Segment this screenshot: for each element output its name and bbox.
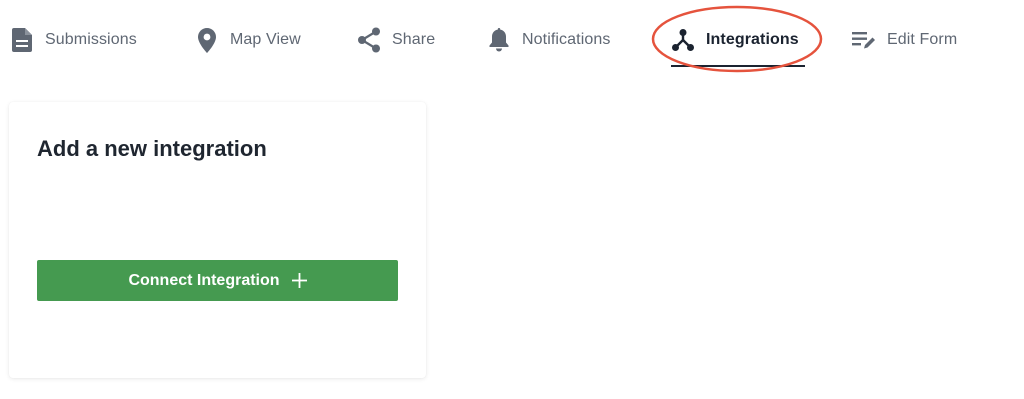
tab-bar: Submissions Map View Share Notifications… xyxy=(0,0,1024,76)
edit-list-icon xyxy=(851,27,877,53)
integrations-icon xyxy=(670,27,696,53)
tab-edit-form[interactable]: Edit Form xyxy=(851,22,957,58)
tab-share[interactable]: Share xyxy=(356,22,435,58)
active-tab-indicator xyxy=(671,65,805,67)
tab-submissions-label: Submissions xyxy=(45,31,137,48)
tab-integrations[interactable]: Integrations xyxy=(670,22,799,58)
add-integration-card: Add a new integration Connect Integratio… xyxy=(9,102,426,378)
connect-integration-label: Connect Integration xyxy=(128,271,280,289)
tab-integrations-label: Integrations xyxy=(706,31,799,48)
map-pin-icon xyxy=(194,27,220,53)
tab-map-view[interactable]: Map View xyxy=(194,22,301,58)
document-icon xyxy=(9,27,35,53)
bell-icon xyxy=(486,27,512,53)
tab-share-label: Share xyxy=(392,31,436,48)
tab-submissions[interactable]: Submissions xyxy=(9,22,137,58)
connect-integration-button[interactable]: Connect Integration xyxy=(37,260,398,301)
plus-icon xyxy=(291,273,307,288)
tab-map-view-label: Map View xyxy=(230,31,301,48)
share-icon xyxy=(356,27,382,53)
card-title: Add a new integration xyxy=(37,136,267,161)
tab-notifications[interactable]: Notifications xyxy=(486,22,610,58)
tab-notifications-label: Notifications xyxy=(522,31,611,48)
tab-edit-form-label: Edit Form xyxy=(887,31,958,48)
